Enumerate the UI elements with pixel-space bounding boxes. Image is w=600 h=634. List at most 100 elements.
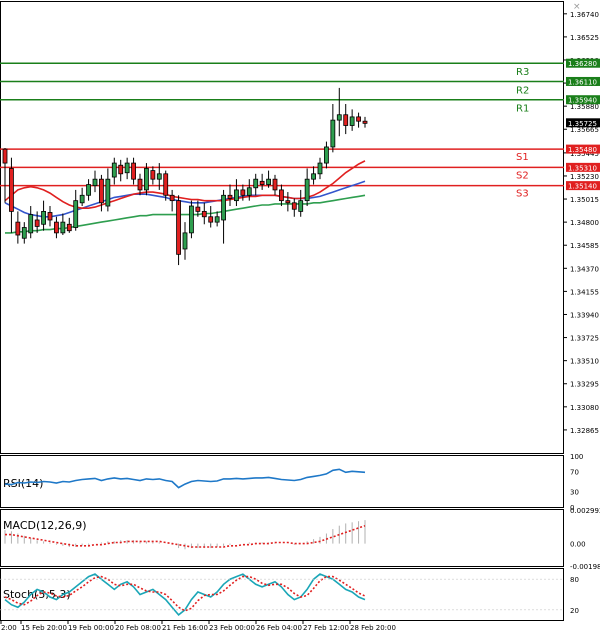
candle-body-up bbox=[144, 168, 149, 191]
x-tick-label: 15 Feb 20:00 bbox=[21, 624, 67, 632]
candle bbox=[259, 173, 265, 190]
candle bbox=[279, 184, 284, 207]
support-resistance-levels: R3 1.36280 R2 1.36110 R1 1.35940 S1 1.35480 S2 1.… bbox=[0, 58, 600, 200]
y-tick-label: 1.33725 bbox=[570, 335, 599, 343]
level-price-label: 1.35140 bbox=[568, 183, 597, 191]
candles bbox=[2, 87, 368, 266]
candle bbox=[2, 148, 8, 203]
y-tick-label: 1.36740 bbox=[570, 11, 599, 19]
main-y-axis: 1.367401.365251.363101.360951.358801.356… bbox=[564, 11, 599, 435]
candle-body-down bbox=[15, 221, 21, 236]
candle-body-down bbox=[343, 114, 349, 126]
x-tick-label: 20 Feb 08:00 bbox=[115, 624, 161, 632]
close-icon[interactable]: × bbox=[573, 2, 581, 12]
candle bbox=[285, 192, 291, 212]
level-price-label: 1.35480 bbox=[568, 146, 597, 154]
rsi-tick-label: 100 bbox=[570, 453, 583, 461]
level-price-label: 1.35310 bbox=[568, 164, 597, 172]
level-price-label: 1.36280 bbox=[568, 60, 597, 68]
moving-averages bbox=[4, 160, 366, 234]
y-tick-label: 1.33510 bbox=[570, 358, 599, 366]
candle-body-down bbox=[259, 180, 265, 185]
candle bbox=[105, 168, 111, 212]
x-tick-label: 21 Feb 16:00 bbox=[162, 624, 208, 632]
candle bbox=[66, 217, 72, 233]
candle-body-up bbox=[214, 216, 220, 223]
main-panel-frame bbox=[0, 1, 564, 454]
candle bbox=[317, 157, 323, 180]
candle bbox=[272, 174, 278, 196]
candle bbox=[163, 170, 169, 201]
candle bbox=[73, 189, 79, 231]
candle bbox=[336, 87, 342, 137]
candle-body-up bbox=[266, 178, 271, 185]
candle-body-down bbox=[34, 219, 40, 227]
candle bbox=[169, 189, 175, 212]
candle-body-down bbox=[208, 216, 214, 223]
x-tick-label: 27 Feb 12:00 bbox=[303, 624, 349, 632]
candle-body-up bbox=[79, 194, 85, 204]
candle-body-down bbox=[176, 200, 181, 255]
level-name-r2: R2 bbox=[516, 85, 529, 96]
candle bbox=[182, 222, 188, 260]
candle bbox=[118, 159, 124, 182]
level-name-s3: S3 bbox=[516, 189, 529, 200]
candle-body-up bbox=[253, 178, 259, 189]
rsi-line bbox=[4, 468, 366, 489]
stoch-panel: Stoch(5,5,3)8020 bbox=[0, 573, 579, 617]
rsi-tick-label: 70 bbox=[570, 468, 579, 476]
candle-body-up bbox=[221, 194, 226, 221]
rsi-panel: RSI(14)10070300 bbox=[3, 453, 583, 512]
candle bbox=[124, 157, 130, 180]
y-tick-label: 1.32865 bbox=[570, 427, 599, 435]
y-tick-label: 1.34370 bbox=[570, 265, 599, 273]
candle-body-down bbox=[291, 202, 297, 210]
x-tick-label: 28 Feb 20:00 bbox=[350, 624, 396, 632]
candle bbox=[21, 222, 27, 244]
candle-body-up bbox=[182, 232, 188, 250]
y-tick-label: 1.33940 bbox=[570, 311, 599, 319]
x-tick-label: 19 Feb 00:00 bbox=[68, 624, 114, 632]
candle-body-up bbox=[298, 200, 304, 212]
candle-body-down bbox=[201, 210, 207, 218]
candle-body-up bbox=[349, 116, 355, 126]
stoch-tick-label: 80 bbox=[570, 576, 579, 584]
candle-body-up bbox=[156, 173, 162, 180]
y-tick-label: 1.34585 bbox=[570, 242, 599, 250]
rsi-panel-frame bbox=[0, 455, 564, 508]
candle bbox=[79, 187, 85, 207]
candle-body-up bbox=[234, 189, 239, 202]
level-name-s2: S2 bbox=[516, 170, 529, 181]
candle bbox=[234, 179, 239, 207]
candle-body-up bbox=[28, 214, 34, 234]
candle bbox=[343, 104, 349, 135]
candle-body-up bbox=[86, 184, 91, 196]
candle-body-up bbox=[330, 119, 336, 148]
candle bbox=[28, 206, 34, 239]
candle bbox=[131, 157, 136, 185]
candle bbox=[111, 157, 117, 185]
x-tick-label: 26 Feb 04:00 bbox=[256, 624, 302, 632]
candle bbox=[356, 112, 361, 128]
x-axis: 2:00 15 Feb 20:00 19 Feb 00:00 20 Feb 08:00… bbox=[0, 621, 396, 632]
candle-body-down bbox=[169, 194, 175, 202]
candle bbox=[92, 170, 98, 193]
candle-body-up bbox=[189, 205, 194, 234]
candle-body-down bbox=[279, 189, 284, 202]
candle-body-up bbox=[21, 227, 27, 239]
candle-body-down bbox=[137, 178, 143, 191]
candle bbox=[201, 202, 207, 225]
current-price-tag: 1.35725 bbox=[566, 118, 600, 128]
candle-body-up bbox=[246, 187, 252, 196]
candle bbox=[60, 213, 66, 236]
candle bbox=[189, 200, 194, 239]
current-price-label: 1.35725 bbox=[568, 120, 597, 128]
y-tick-label: 1.33080 bbox=[570, 404, 599, 412]
candle bbox=[253, 173, 259, 196]
candle bbox=[246, 179, 252, 201]
candle bbox=[362, 116, 368, 128]
candle-body-down bbox=[240, 189, 246, 196]
candle-body-up bbox=[304, 178, 310, 202]
candle bbox=[311, 166, 316, 185]
rsi-tick-label: 30 bbox=[570, 489, 579, 497]
